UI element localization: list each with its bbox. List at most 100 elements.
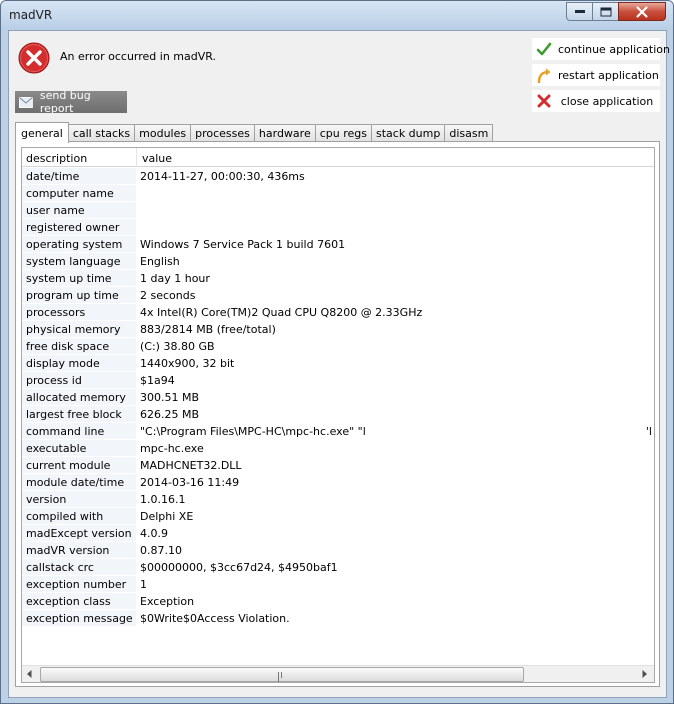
column-header-value[interactable]: value — [142, 152, 172, 165]
table-row[interactable]: command line "C:\Program Files\MPC-HC\mpc… — [22, 423, 654, 440]
row-description: largest free block — [22, 406, 136, 423]
row-value — [136, 185, 232, 202]
table-row[interactable]: user name — [22, 202, 654, 219]
table-row[interactable]: program up time 2 seconds — [22, 287, 654, 304]
table-row[interactable]: version 1.0.16.1 — [22, 491, 654, 508]
table-row[interactable]: largest free block 626.25 MB — [22, 406, 654, 423]
scroll-right-button[interactable] — [637, 666, 654, 682]
general-tab-panel: description value date/time 2014-11-27, 0… — [15, 141, 660, 687]
scroll-left-button[interactable] — [22, 666, 39, 682]
table-row[interactable]: executable mpc-hc.exe — [22, 440, 654, 457]
table-row[interactable]: processors 4x Intel(R) Core(TM)2 Quad CPU… — [22, 304, 654, 321]
row-value: 883/2814 MB (free/total) — [140, 323, 276, 336]
grid-rows: date/time 2014-11-27, 00:00:30, 436ms com… — [22, 168, 654, 627]
error-message: An error occurred in madVR. — [60, 50, 217, 63]
table-row[interactable]: callstack crc $00000000, $3cc67d24, $4950… — [22, 559, 654, 576]
row-description: exception number — [22, 576, 136, 593]
row-value: Delphi XE — [140, 510, 194, 523]
table-row[interactable]: madVR version 0.87.10 — [22, 542, 654, 559]
minimize-icon — [574, 9, 585, 13]
table-row[interactable]: exception message $0Write$0Access Violati… — [22, 610, 654, 627]
window-title: madVR — [9, 8, 53, 22]
close-icon — [636, 6, 648, 17]
table-row[interactable]: system up time 1 day 1 hour — [22, 270, 654, 287]
row-description: exception message — [22, 610, 136, 627]
row-description: physical memory — [22, 321, 136, 338]
row-description: program up time — [22, 287, 136, 304]
row-value: $1a94 — [140, 374, 175, 387]
table-row[interactable]: exception class Exception — [22, 593, 654, 610]
column-header-description[interactable]: description — [26, 152, 87, 165]
tab-general[interactable]: general — [15, 122, 69, 143]
tab-stack-dump[interactable]: stack dump — [370, 124, 446, 142]
row-description: process id — [22, 372, 136, 389]
error-x-circle-icon — [18, 42, 50, 74]
row-value: 4x Intel(R) Core(TM)2 Quad CPU Q8200 @ 2… — [140, 306, 423, 319]
row-value: 626.25 MB — [140, 408, 200, 421]
table-row[interactable]: module date/time 2014-03-16 11:49 — [22, 474, 654, 491]
table-row[interactable]: operating system Windows 7 Service Pack 1… — [22, 236, 654, 253]
table-row[interactable]: process id $1a94 — [22, 372, 654, 389]
row-value: "C:\Program Files\MPC-HC\mpc-hc.exe" "l — [140, 425, 366, 438]
table-row[interactable]: compiled with Delphi XE — [22, 508, 654, 525]
tab-processes[interactable]: processes — [190, 124, 255, 142]
table-row[interactable]: computer name — [22, 185, 654, 202]
row-value: 1440x900, 32 bit — [140, 357, 235, 370]
row-value: English — [140, 255, 180, 268]
table-row[interactable]: system language English — [22, 253, 654, 270]
row-value: $00000000, $3cc67d24, $4950baf1 — [140, 561, 338, 574]
row-value: 300.51 MB — [140, 391, 200, 404]
table-row[interactable]: madExcept version 4.0.9 — [22, 525, 654, 542]
row-description: computer name — [22, 185, 136, 202]
tab-modules[interactable]: modules — [134, 124, 192, 142]
send-bug-report-label: send bug report — [39, 89, 91, 115]
row-value: 1.0.16.1 — [140, 493, 186, 506]
minimize-button[interactable] — [566, 2, 593, 21]
row-value: $0Write$0Access Violation. — [140, 612, 290, 625]
row-value: Windows 7 Service Pack 1 build 7601 — [140, 238, 346, 251]
row-description: compiled with — [22, 508, 136, 525]
row-value: 1 day 1 hour — [140, 272, 210, 285]
row-description: date/time — [22, 168, 136, 185]
tab-hardware[interactable]: hardware — [253, 124, 316, 142]
row-description: operating system — [22, 236, 136, 253]
row-value — [136, 202, 232, 219]
row-description: command line — [22, 423, 136, 440]
close-window-button[interactable] — [618, 2, 666, 21]
maximize-icon — [600, 7, 611, 16]
row-value-overflow: 'l — [645, 425, 652, 438]
restart-application-button[interactable]: restart application — [532, 64, 660, 86]
title-bar[interactable]: madVR — [1, 1, 673, 29]
send-bug-report-button[interactable]: send bug report — [15, 89, 127, 115]
row-description: display mode — [22, 355, 136, 372]
table-row[interactable]: date/time 2014-11-27, 00:00:30, 436ms — [22, 168, 654, 185]
table-row[interactable]: display mode 1440x900, 32 bit — [22, 355, 654, 372]
row-value: 2014-03-16 11:49 — [140, 476, 240, 489]
row-value: mpc-hc.exe — [140, 442, 204, 455]
row-description: user name — [22, 202, 136, 219]
tab-disasm[interactable]: disasm — [444, 124, 494, 142]
horizontal-scrollbar[interactable] — [22, 665, 654, 682]
row-value: 4.0.9 — [140, 527, 168, 540]
row-description: exception class — [22, 593, 136, 610]
tab-cpu-regs[interactable]: cpu regs — [314, 124, 372, 142]
continue-application-button[interactable]: continue application — [532, 38, 670, 60]
table-row[interactable]: current module MADHCNET32.DLL — [22, 457, 654, 474]
table-row[interactable]: registered owner — [22, 219, 654, 236]
info-grid[interactable]: description value date/time 2014-11-27, 0… — [21, 147, 655, 683]
row-description: registered owner — [22, 219, 136, 236]
maximize-button[interactable] — [592, 2, 619, 21]
scrollbar-thumb[interactable] — [40, 667, 524, 682]
row-description: madExcept version — [22, 525, 136, 542]
table-row[interactable]: exception number 1 — [22, 576, 654, 593]
tab-call-stacks[interactable]: call stacks — [67, 124, 136, 142]
row-description: system up time — [22, 270, 136, 287]
table-row[interactable]: physical memory 883/2814 MB (free/total) — [22, 321, 654, 338]
close-application-button[interactable]: close application — [532, 90, 660, 112]
tab-strip: general call stacks modules processes ha… — [15, 122, 494, 143]
arrow-left-icon — [27, 670, 32, 678]
row-value: 2014-11-27, 00:00:30, 436ms — [140, 170, 305, 183]
table-row[interactable]: free disk space (C:) 38.80 GB — [22, 338, 654, 355]
table-row[interactable]: allocated memory 300.51 MB — [22, 389, 654, 406]
row-value: 2 seconds — [140, 289, 196, 302]
